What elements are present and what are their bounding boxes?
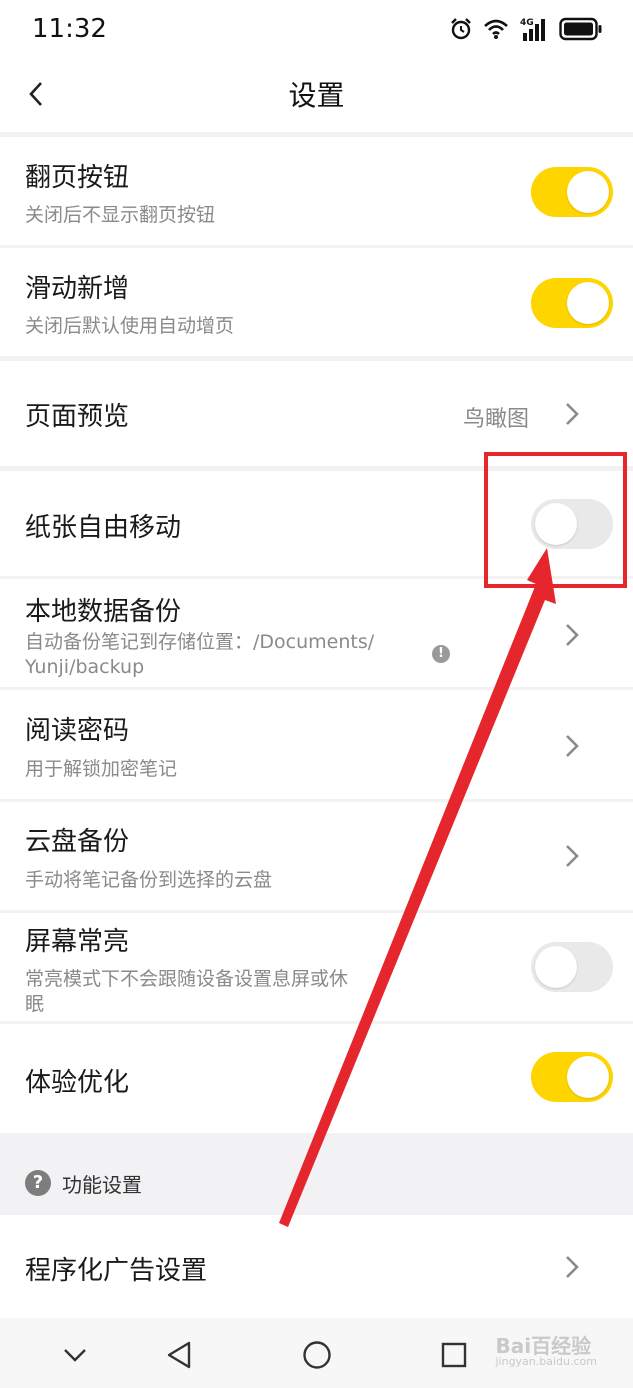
setting-title: 纸张自由移动	[25, 513, 182, 543]
setting-title: 程序化广告设置	[25, 1256, 208, 1286]
setting-swipe-add: 滑动新增 关闭后默认使用自动增页	[0, 248, 633, 356]
chevron-right-icon	[566, 624, 579, 646]
setting-programmatic-ads[interactable]: 程序化广告设置	[0, 1215, 633, 1318]
alarm-icon	[451, 18, 471, 40]
setting-title: 云盘备份	[25, 827, 130, 857]
setting-title: 体验优化	[25, 1068, 130, 1098]
setting-title: 翻页按钮	[25, 163, 130, 193]
chevron-right-icon	[566, 403, 579, 425]
status-icons: 4G	[449, 14, 603, 44]
square-recents-icon	[441, 1342, 467, 1368]
setting-page-preview[interactable]: 页面预览 鸟瞰图	[0, 361, 633, 466]
chevron-down-icon	[64, 1349, 86, 1362]
setting-subtitle: 关闭后默认使用自动增页	[25, 315, 235, 337]
setting-experience-optimization: 体验优化	[0, 1024, 633, 1133]
setting-cloud-backup[interactable]: 云盘备份 手动将笔记备份到选择的云盘	[0, 802, 633, 910]
chevron-right-icon	[566, 845, 579, 867]
annotation-highlight-box	[484, 452, 627, 588]
page-turn-toggle[interactable]	[531, 167, 613, 217]
setting-subtitle: 常亮模式下不会跟随设备设置息屏或休	[25, 968, 349, 990]
swipe-add-toggle[interactable]	[531, 278, 613, 328]
wifi-icon	[484, 19, 508, 39]
nav-back-button[interactable]	[162, 1338, 196, 1372]
page-preview-value: 鸟瞰图	[462, 407, 529, 432]
status-time: 11:32	[32, 14, 107, 44]
setting-local-backup[interactable]: 本地数据备份 自动备份笔记到存储位置：/Documents/ Yunji/bac…	[0, 579, 633, 687]
setting-subtitle-line2: 眠	[25, 993, 45, 1015]
baidu-jingyan-watermark: Bai百经验 jingyan.baidu.com	[495, 1330, 597, 1368]
nav-hide-button[interactable]	[58, 1338, 92, 1372]
setting-subtitle: 自动备份笔记到存储位置：/Documents/	[25, 631, 375, 653]
chevron-right-icon	[566, 1256, 579, 1278]
setting-title: 屏幕常亮	[25, 927, 130, 957]
nav-recents-button[interactable]	[437, 1338, 471, 1372]
page-title: 设置	[288, 79, 345, 112]
setting-subtitle: 手动将笔记备份到选择的云盘	[25, 869, 273, 891]
circle-home-icon	[303, 1341, 331, 1369]
chevron-right-icon	[566, 735, 579, 757]
status-bar: 11:32 4G	[0, 0, 633, 60]
experience-optimization-toggle[interactable]	[531, 1052, 613, 1102]
section-label: 功能设置	[62, 1173, 142, 1197]
signal-icon: 4G	[520, 18, 545, 41]
screen-always-on-toggle[interactable]	[531, 942, 613, 992]
setting-title: 滑动新增	[25, 274, 130, 304]
info-icon[interactable]: !	[432, 645, 450, 663]
setting-page-turn-button: 翻页按钮 关闭后不显示翻页按钮	[0, 137, 633, 245]
setting-read-password[interactable]: 阅读密码 用于解锁加密笔记	[0, 690, 633, 799]
battery-icon	[559, 17, 602, 41]
help-icon[interactable]: ?	[25, 1170, 51, 1196]
setting-screen-always-on: 屏幕常亮 常亮模式下不会跟随设备设置息屏或休 眠	[0, 913, 633, 1021]
header: 设置	[0, 60, 633, 132]
setting-subtitle: 用于解锁加密笔记	[25, 758, 178, 780]
setting-title: 页面预览	[25, 402, 130, 432]
setting-title: 本地数据备份	[25, 597, 182, 627]
nav-home-button[interactable]	[300, 1338, 334, 1372]
setting-title: 阅读密码	[25, 716, 130, 746]
setting-subtitle: 关闭后不显示翻页按钮	[25, 204, 216, 226]
setting-subtitle-line2: Yunji/backup	[25, 656, 145, 678]
triangle-back-icon	[167, 1341, 191, 1369]
network-label: 4G	[520, 18, 534, 28]
watermark-url: jingyan.baidu.com	[495, 1355, 597, 1368]
